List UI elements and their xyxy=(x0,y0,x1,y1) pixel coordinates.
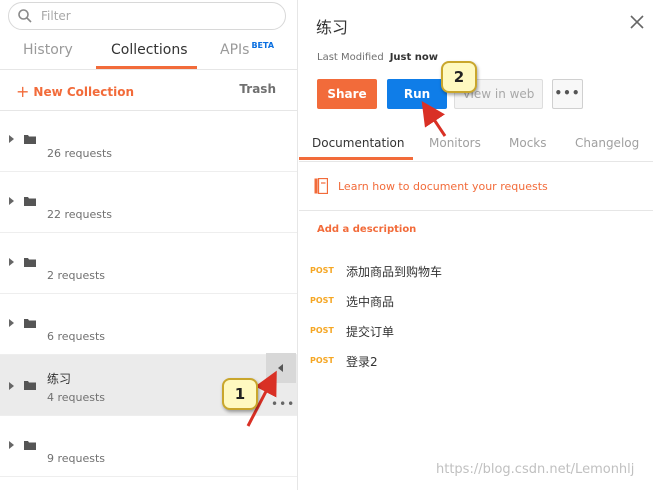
folder-icon xyxy=(24,197,36,206)
request-name: 登录2 xyxy=(346,355,378,369)
new-collection-label: New Collection xyxy=(33,85,135,99)
request-name: 添加商品到购物车 xyxy=(346,265,443,279)
tab-apis-label: APIs xyxy=(220,42,250,58)
tab-changelog[interactable]: Changelog xyxy=(575,136,639,150)
collection-count: 4 requests xyxy=(47,391,106,404)
method-badge: POST xyxy=(310,296,334,305)
request-name: 提交订单 xyxy=(346,325,395,339)
beta-badge: BETA xyxy=(251,41,275,50)
annotation-badge-2: 2 xyxy=(441,61,477,93)
collection-toolbar: + New Collection Trash xyxy=(0,71,298,111)
collection-row[interactable]: 26 requests xyxy=(0,111,297,172)
caret-right-icon[interactable] xyxy=(9,258,14,266)
collection-row[interactable]: 2 requests xyxy=(0,233,297,294)
tab-mocks[interactable]: Mocks xyxy=(509,136,547,150)
active-tab-indicator xyxy=(96,66,197,69)
caret-right-icon[interactable] xyxy=(9,319,14,327)
folder-icon xyxy=(24,319,36,328)
folder-icon xyxy=(24,441,36,450)
last-modified-value: Just now xyxy=(389,52,438,63)
folder-icon xyxy=(24,135,36,144)
collection-count: 2 requests xyxy=(47,269,106,282)
caret-right-icon[interactable] xyxy=(9,382,14,390)
collection-count: 22 requests xyxy=(47,208,113,221)
sidebar-tabs: History Collections APIs BETA xyxy=(0,34,298,70)
last-modified-label: Last Modified xyxy=(317,52,384,63)
folder-icon xyxy=(24,258,36,267)
add-description-link[interactable]: Add a description xyxy=(317,224,416,235)
learn-docs-link[interactable]: Learn how to document your requests xyxy=(338,180,548,193)
collection-count: 9 requests xyxy=(47,452,106,465)
collection-more-button[interactable]: ••• xyxy=(271,397,295,411)
share-button[interactable]: Share xyxy=(317,79,377,109)
tab-apis[interactable]: APIs BETA xyxy=(220,41,275,58)
method-badge: POST xyxy=(310,326,334,335)
collection-count: 6 requests xyxy=(47,330,106,343)
close-icon[interactable] xyxy=(629,14,645,30)
caret-right-icon[interactable] xyxy=(9,441,14,449)
request-name: 选中商品 xyxy=(346,295,395,309)
run-button[interactable]: Run xyxy=(387,79,447,109)
sidebar: History Collections APIsBETA +New Collec… xyxy=(0,0,298,490)
tab-history[interactable]: History xyxy=(23,42,73,58)
book-icon xyxy=(314,178,328,194)
tab-collections[interactable]: Collections xyxy=(111,42,188,58)
more-actions-button[interactable]: ••• xyxy=(552,79,583,109)
panel-tabs: Documentation Monitors Mocks Changelog xyxy=(299,124,653,162)
annotation-badge-1: 1 xyxy=(222,378,258,410)
collection-list: 26 requests 22 requests 2 requests 6 req… xyxy=(0,111,297,477)
caret-right-icon[interactable] xyxy=(9,197,14,205)
watermark: https://blog.csdn.net/Lemonhlj xyxy=(436,462,635,477)
collection-row[interactable]: 6 requests xyxy=(0,294,297,355)
method-badge: POST xyxy=(310,266,334,275)
collection-name: 练习 xyxy=(47,372,72,386)
search-box[interactable] xyxy=(8,2,286,30)
panel-title: 练习 xyxy=(316,18,349,37)
method-badge: POST xyxy=(310,356,334,365)
new-collection-button[interactable]: + New Collection xyxy=(16,81,135,101)
caret-right-icon[interactable] xyxy=(9,135,14,143)
collection-count: 26 requests xyxy=(47,147,113,160)
trash-button[interactable]: Trash xyxy=(239,82,276,96)
documentation-hint: Learn how to document your requests xyxy=(299,162,653,211)
collection-row[interactable]: 22 requests xyxy=(0,172,297,233)
last-modified: Last Modified Just now xyxy=(317,52,438,63)
caret-left-icon xyxy=(278,364,283,372)
collapse-panel-button[interactable] xyxy=(266,353,296,383)
tab-monitors[interactable]: Monitors xyxy=(429,136,481,150)
search-input[interactable] xyxy=(41,7,271,25)
plus-icon: + xyxy=(16,82,30,101)
tab-documentation[interactable]: Documentation xyxy=(312,136,405,150)
search-icon xyxy=(18,9,32,23)
active-tab-indicator xyxy=(299,157,413,160)
folder-icon xyxy=(24,381,36,390)
collection-row[interactable]: 9 requests xyxy=(0,416,297,477)
